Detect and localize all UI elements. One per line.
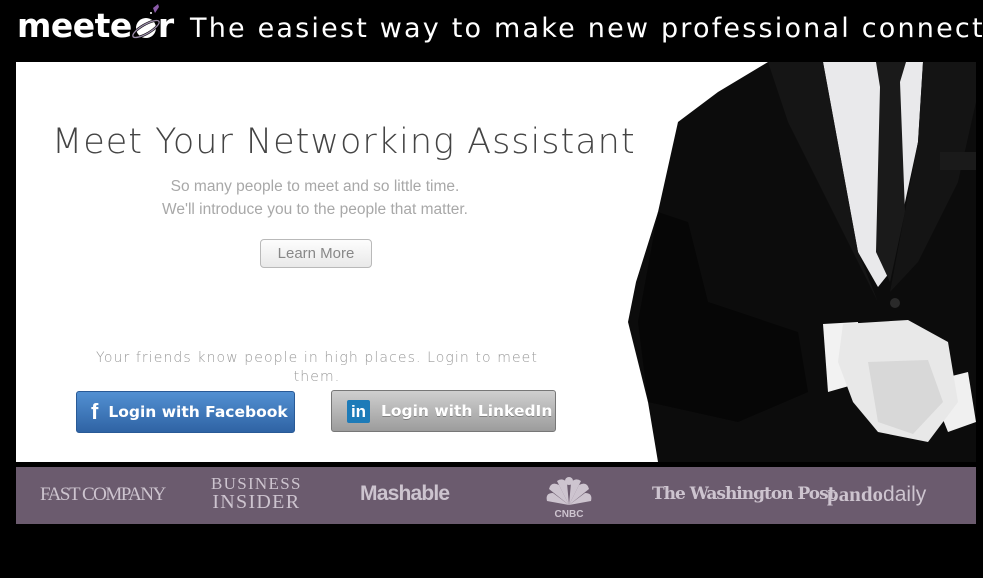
- tagline: The easiest way to make new professional…: [190, 13, 983, 44]
- press-logo-pandodaily: pandodaily: [827, 482, 926, 507]
- login-facebook-label: Login with Facebook: [108, 403, 288, 421]
- hero-subtitle-line-2: We'll introduce you to the people that m…: [162, 201, 468, 218]
- hero-title: Meet Your Networking Assistant: [52, 122, 636, 162]
- business-insider-line-2: INSIDER: [212, 491, 301, 513]
- pandodaily-light: daily: [883, 483, 927, 506]
- hero-subtitle: So many people to meet and so little tim…: [86, 175, 544, 221]
- learn-more-button[interactable]: Learn More: [260, 239, 372, 268]
- svg-text:CNBC: CNBC: [555, 509, 584, 519]
- login-facebook-button[interactable]: f Login with Facebook: [76, 391, 295, 433]
- pandodaily-bold: pando: [827, 482, 884, 506]
- cnbc-peacock-icon: CNBC: [546, 477, 592, 520]
- press-logo-mashable: Mashable: [360, 482, 450, 505]
- meeteor-logo[interactable]: meete r: [17, 4, 174, 46]
- press-logo-business-insider: BUSINESS INSIDER: [211, 475, 302, 512]
- linkedin-icon: in: [347, 399, 370, 423]
- business-insider-line-1: BUSINESS: [211, 474, 302, 493]
- press-logo-washington-post: The Washington Post: [652, 484, 836, 504]
- press-logos-bar: FAST COMPANY BUSINESS INSIDER Mashable C…: [16, 467, 976, 524]
- hero-subtitle-line-1: So many people to meet and so little tim…: [170, 178, 460, 195]
- login-prompt: Your friends know people in high places.…: [96, 350, 538, 385]
- hero-panel: Meet Your Networking Assistant So many p…: [16, 62, 976, 462]
- press-logo-cnbc: CNBC: [545, 475, 593, 520]
- login-linkedin-button[interactable]: in Login with LinkedIn: [331, 390, 556, 432]
- press-logo-fast-company: FAST COMPANY: [40, 484, 166, 505]
- site-header: meete r The easiest way to make new prof…: [0, 0, 983, 62]
- planet-icon: [131, 4, 161, 40]
- facebook-icon: f: [91, 399, 99, 424]
- logo-text-start: meete: [17, 6, 132, 45]
- butler-photo: [628, 62, 976, 462]
- login-linkedin-label: Login with LinkedIn: [381, 402, 553, 420]
